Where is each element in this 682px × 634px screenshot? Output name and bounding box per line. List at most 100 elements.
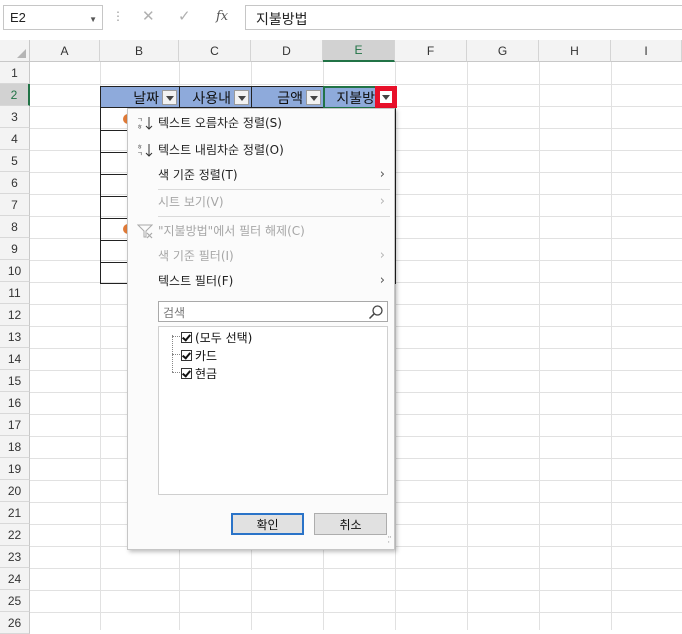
- row-header-5[interactable]: 5: [0, 150, 30, 172]
- table-row-line: [100, 174, 128, 175]
- chevron-right-icon: ›: [379, 167, 385, 182]
- row-header-15[interactable]: 15: [0, 370, 30, 392]
- row-header-21[interactable]: 21: [0, 502, 30, 524]
- row-header-20[interactable]: 20: [0, 480, 30, 502]
- row-header-23[interactable]: 23: [0, 546, 30, 568]
- filter-value-list[interactable]: (모두 선택) 카드 현금: [158, 326, 388, 495]
- sort-ascending-icon: ㄱ ㅎ: [137, 117, 153, 131]
- menu-sort-ascending[interactable]: ㄱ ㅎ 텍스트 오름차순 정렬(S): [128, 110, 394, 136]
- column-header-f[interactable]: F: [395, 40, 467, 62]
- row-header-10[interactable]: 10: [0, 260, 30, 282]
- menu-sort-descending[interactable]: ㅎ ㄱ 텍스트 내림차순 정렬(O): [128, 137, 394, 163]
- checkbox[interactable]: [181, 331, 192, 343]
- row-header-17[interactable]: 17: [0, 414, 30, 436]
- table-row-line: [100, 262, 128, 263]
- menu-separator: [158, 216, 390, 217]
- grid-line: [30, 590, 682, 591]
- select-all-corner[interactable]: [0, 40, 30, 62]
- table-row-line: [100, 196, 128, 197]
- checkbox[interactable]: [181, 349, 192, 361]
- column-header-d[interactable]: D: [251, 40, 323, 62]
- menu-label: 텍스트 필터(F): [158, 274, 234, 288]
- table-header-amount[interactable]: 금액: [251, 86, 324, 108]
- grid-line: [539, 62, 540, 630]
- menu-filter-by-color[interactable]: 색 기준 필터(I) ›: [128, 243, 394, 269]
- column-header-a[interactable]: A: [30, 40, 100, 62]
- ok-button[interactable]: 확인: [231, 513, 304, 535]
- table-row-line: [100, 240, 128, 241]
- column-header-h[interactable]: H: [539, 40, 611, 62]
- insert-function-button[interactable]: fx: [216, 9, 228, 24]
- column-header-b[interactable]: B: [100, 40, 179, 62]
- row-header-12[interactable]: 12: [0, 304, 30, 326]
- check-icon[interactable]: ✓: [178, 7, 191, 25]
- cancel-button[interactable]: 취소: [314, 513, 387, 535]
- row-header-24[interactable]: 24: [0, 568, 30, 590]
- row-header-6[interactable]: 6: [0, 172, 30, 194]
- row-header-1[interactable]: 1: [0, 62, 30, 84]
- column-header-i[interactable]: I: [611, 40, 682, 62]
- sort-descending-icon: ㅎ ㄱ: [137, 144, 153, 158]
- row-header-19[interactable]: 19: [0, 458, 30, 480]
- filter-dropdown-button[interactable]: [162, 90, 177, 105]
- row-header-3[interactable]: 3: [0, 106, 30, 128]
- row-header-4[interactable]: 4: [0, 128, 30, 150]
- list-item-select-all[interactable]: (모두 선택): [181, 328, 252, 346]
- menu-label: 텍스트 오름차순 정렬(S): [158, 116, 282, 130]
- grid-line: [30, 84, 682, 85]
- table-row-line: [100, 218, 128, 219]
- drag-handle-icon[interactable]: ⋮: [112, 9, 124, 23]
- row-header-11[interactable]: 11: [0, 282, 30, 304]
- row-header-2[interactable]: 2: [0, 84, 30, 106]
- menu-text-filter[interactable]: 텍스트 필터(F) ›: [128, 268, 394, 294]
- header-label: 날짜: [133, 91, 159, 107]
- grid-line: [30, 568, 682, 569]
- menu-sort-by-color[interactable]: 색 기준 정렬(T) ›: [128, 162, 394, 188]
- filter-dropdown-button[interactable]: [306, 90, 321, 105]
- chevron-down-icon[interactable]: ▼: [89, 15, 97, 24]
- list-item-cash[interactable]: 현금: [181, 364, 217, 382]
- header-label: 금액: [277, 91, 303, 107]
- menu-label: 색 기준 필터(I): [158, 249, 234, 263]
- row-header-16[interactable]: 16: [0, 392, 30, 414]
- header-label: 사용내: [192, 91, 231, 107]
- column-header-c[interactable]: C: [179, 40, 251, 62]
- table-header-usage[interactable]: 사용내: [179, 86, 252, 108]
- row-header-25[interactable]: 25: [0, 590, 30, 612]
- menu-sheet-view[interactable]: 시트 보기(V) ›: [128, 189, 394, 215]
- name-box[interactable]: E2 ▼: [3, 5, 103, 30]
- formula-input[interactable]: 지불방법: [245, 5, 682, 30]
- filter-dropdown-button[interactable]: [234, 90, 249, 105]
- menu-label: "지불방법"에서 필터 해제(C): [158, 224, 305, 238]
- row-header-26[interactable]: 26: [0, 612, 30, 634]
- svg-text:ㅎ: ㅎ: [137, 124, 143, 131]
- filter-menu: ㄱ ㅎ 텍스트 오름차순 정렬(S) ㅎ ㄱ 텍스트 내림차순 정렬(O) 색 …: [127, 108, 395, 550]
- chevron-right-icon: ›: [379, 248, 385, 263]
- list-item-card[interactable]: 카드: [181, 346, 217, 364]
- search-icon: [368, 305, 383, 320]
- column-header-g[interactable]: G: [467, 40, 539, 62]
- row-header-14[interactable]: 14: [0, 348, 30, 370]
- active-filter-dropdown-button[interactable]: [375, 86, 397, 108]
- cancel-icon[interactable]: ✕: [142, 7, 155, 25]
- chevron-right-icon: ›: [379, 273, 385, 288]
- row-header-8[interactable]: 8: [0, 216, 30, 238]
- row-header-7[interactable]: 7: [0, 194, 30, 216]
- resize-grip-icon[interactable]: ·· ·: [387, 534, 392, 548]
- checkbox[interactable]: [181, 367, 192, 379]
- menu-clear-filter[interactable]: "지불방법"에서 필터 해제(C): [128, 218, 394, 244]
- svg-text:ㄱ: ㄱ: [137, 151, 143, 158]
- table-header-date[interactable]: 날짜: [100, 86, 180, 108]
- row-header-9[interactable]: 9: [0, 238, 30, 260]
- tree-connector: [172, 372, 180, 373]
- row-header-13[interactable]: 13: [0, 326, 30, 348]
- svg-text:ㅎ: ㅎ: [137, 144, 143, 151]
- menu-label: 텍스트 내림차순 정렬(O): [158, 143, 284, 157]
- row-header-22[interactable]: 22: [0, 524, 30, 546]
- table-row-line: [100, 130, 128, 131]
- row-header-18[interactable]: 18: [0, 436, 30, 458]
- search-input[interactable]: 검색: [158, 301, 388, 322]
- column-header-e[interactable]: E: [323, 40, 395, 62]
- grid-line: [611, 62, 612, 630]
- tree-connector: [172, 354, 180, 355]
